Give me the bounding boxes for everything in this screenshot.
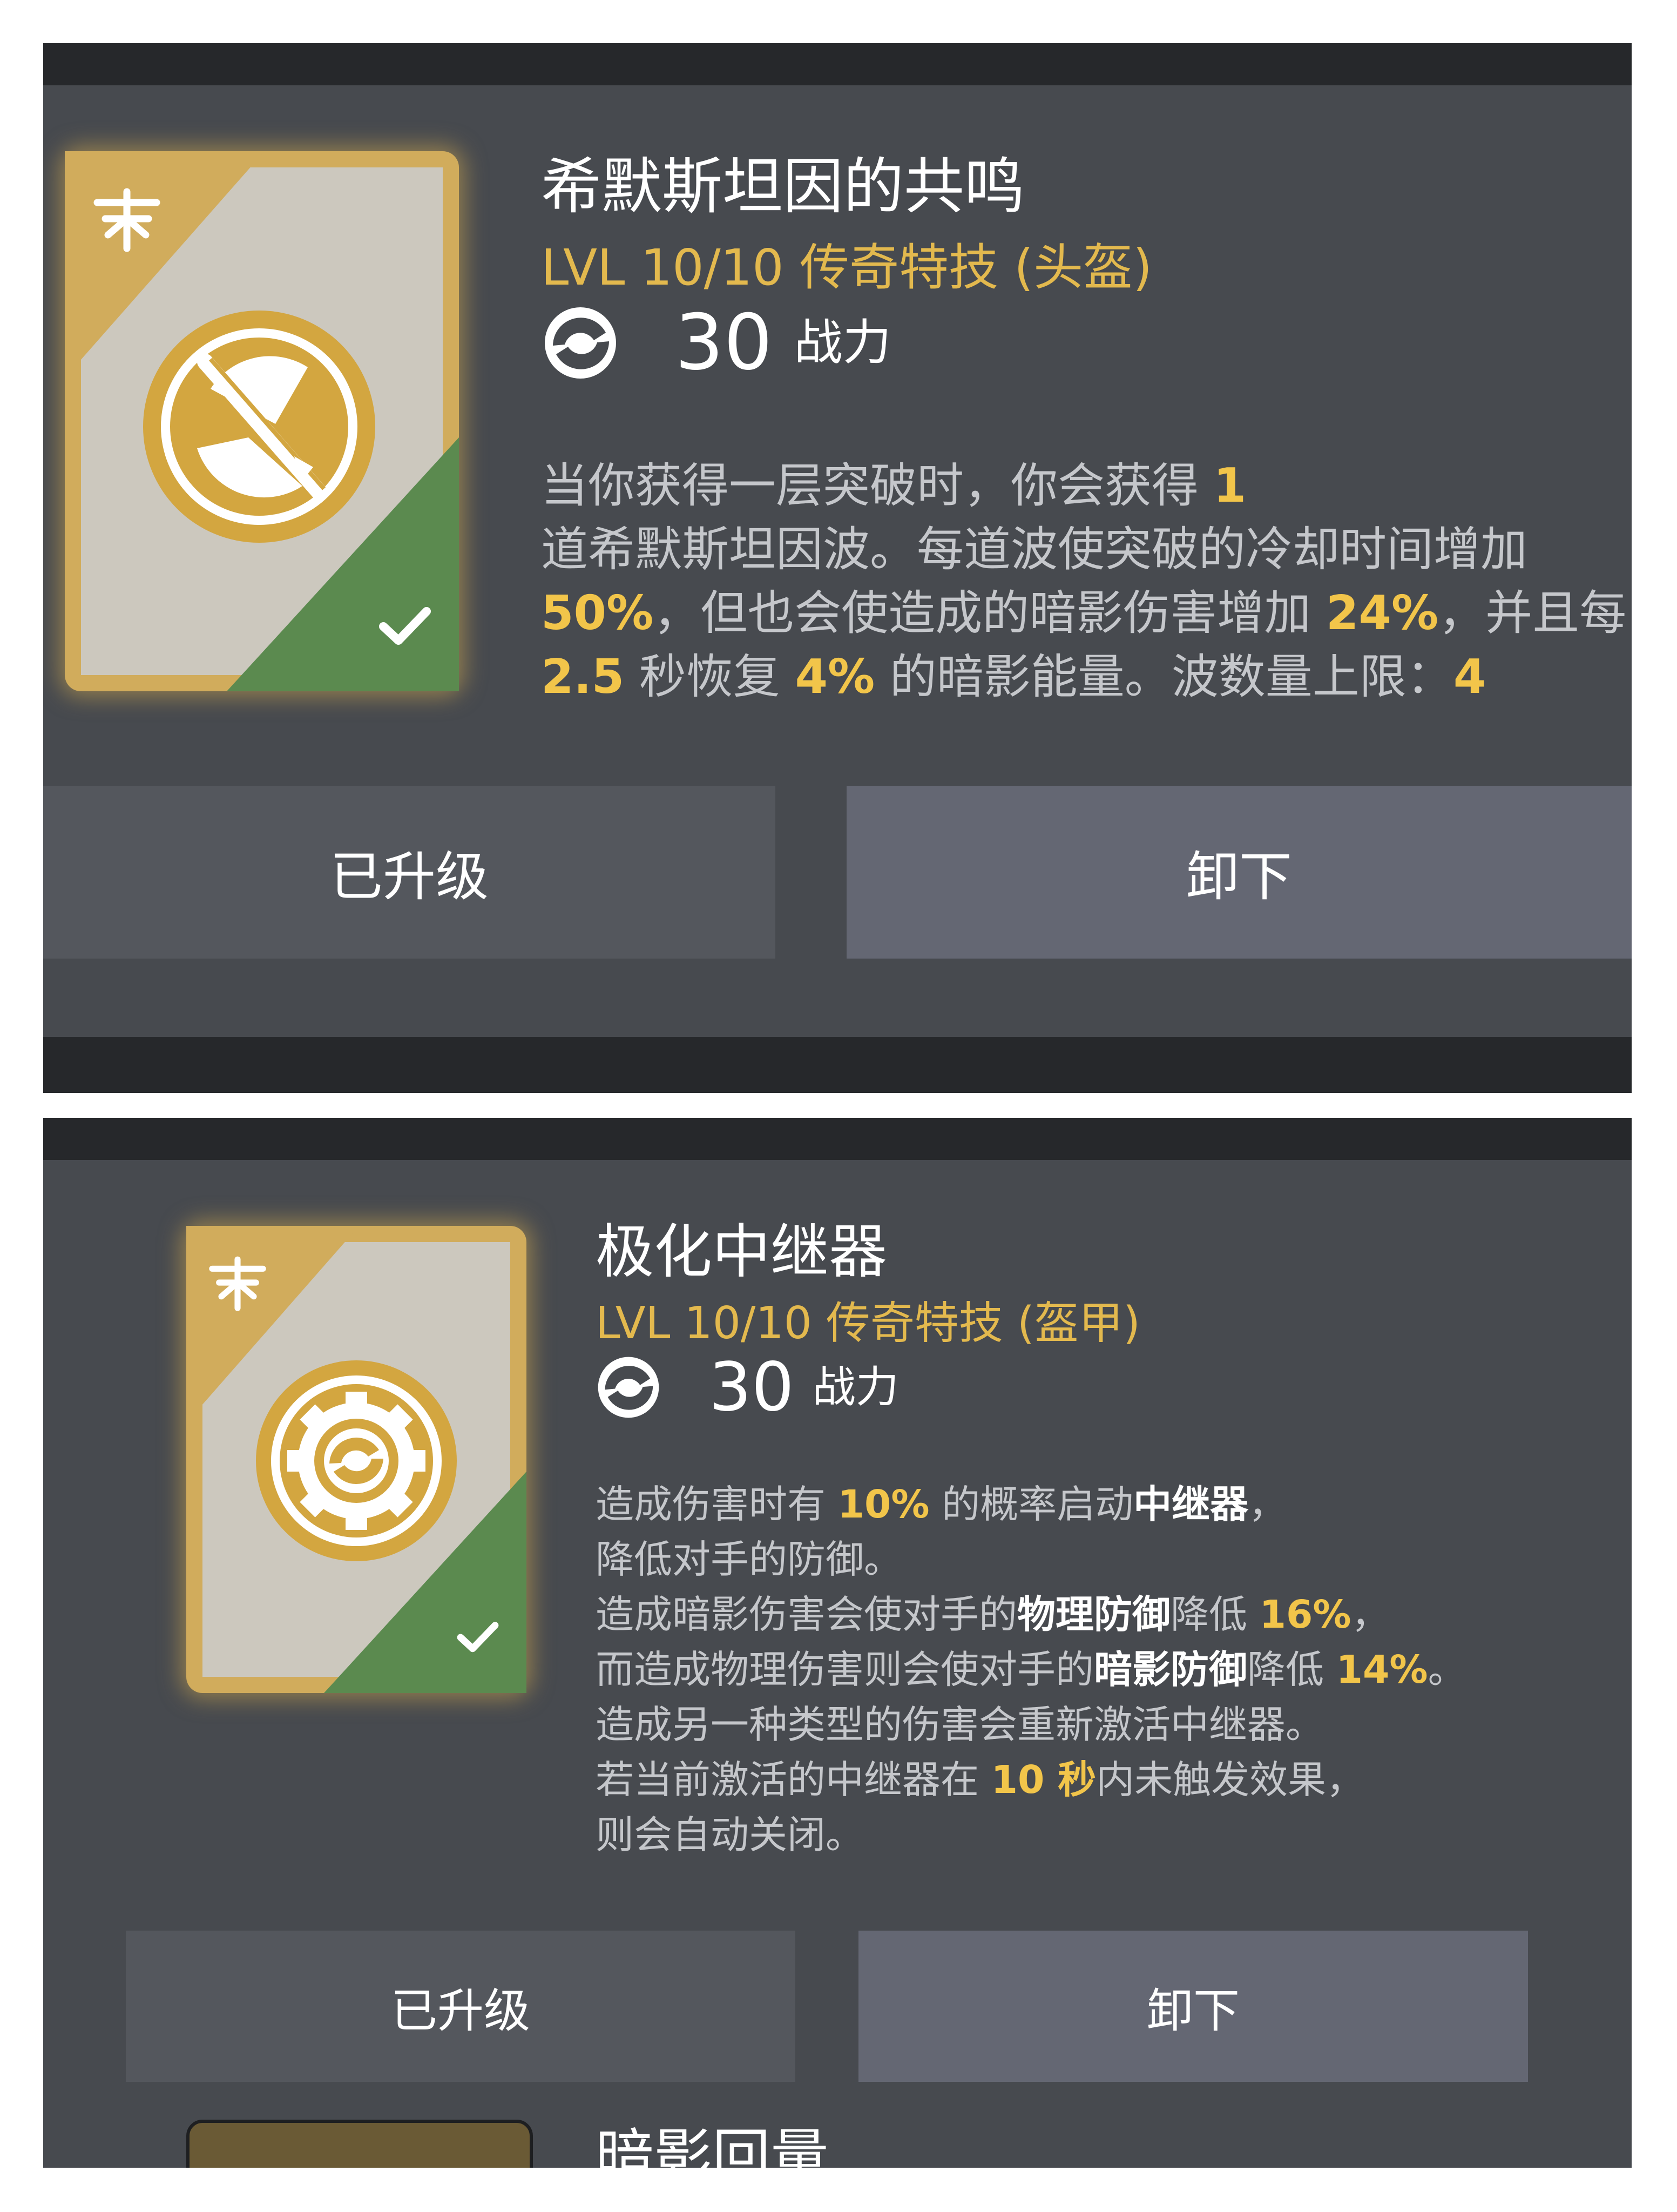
description-line: 而造成物理伤害则会使对手的暗影防御降低 14%。: [596, 1642, 1466, 1697]
description-line: 50%，但也会使造成的暗影伤害增加 24%，并且每: [541, 581, 1626, 645]
highlight-value: 2.5: [541, 649, 625, 704]
description-text: 造成伤害时有: [596, 1482, 838, 1527]
description-line: 2.5 秒恢复 4% 的暗影能量。波数量上限：4: [541, 645, 1626, 709]
description-line: 降低对手的防御。: [596, 1532, 1466, 1587]
description-line: 造成暗影伤害会使对手的物理防御降低 16%，: [596, 1587, 1466, 1642]
description-text: 造成暗影伤害会使对手的: [596, 1592, 1018, 1637]
perk-panel-2: 极化中继器 LVL 10/10 传奇特技 (盔甲) 30 战力 造成伤害时有 1…: [43, 1118, 1632, 2168]
perk-description: 造成伤害时有 10% 的概率启动中继器， 降低对手的防御。 造成暗影伤害会使对手的物…: [596, 1477, 1466, 1863]
keyword-text: 中继器: [1133, 1482, 1249, 1527]
panel-top-bar: [43, 43, 1632, 85]
description-text: 则会自动关闭。: [596, 1812, 864, 1857]
description-text: 道希默斯坦因波。每道波使突破的冷却时间增加: [541, 522, 1527, 577]
highlight-value: 14%: [1336, 1647, 1428, 1692]
description-line: 造成另一种类型的伤害会重新激活中继器。: [596, 1697, 1466, 1752]
perk-title: 希默斯坦因的共鸣: [541, 152, 1025, 222]
highlight-value: 50%: [541, 585, 654, 640]
highlight-value: 10 秒: [991, 1757, 1097, 1802]
description-text: 。: [1428, 1647, 1466, 1692]
highlight-value: 10%: [837, 1482, 930, 1527]
perk-title: 极化中继器: [596, 1218, 888, 1286]
description-text: 降低对手的防御。: [596, 1537, 903, 1582]
checkmark-icon: [379, 607, 431, 645]
highlight-value: 4: [1453, 649, 1486, 704]
description-text: ，但也会使造成的暗影伤害增加: [653, 585, 1326, 640]
highlight-value: 24%: [1326, 585, 1439, 640]
perk-level: LVL 10/10 传奇特技 (头盔): [541, 239, 1152, 296]
power-value: 30: [709, 1348, 794, 1426]
crossed-weapons-emblem-icon: [143, 311, 375, 543]
perk-card[interactable]: [186, 1226, 526, 1693]
power-rating: 30 战力: [594, 1353, 899, 1422]
description-text: ，并且每: [1438, 585, 1627, 640]
power-label: 战力: [812, 1362, 899, 1412]
description-text: 的概率启动: [929, 1482, 1134, 1527]
upgraded-button[interactable]: 已升级: [43, 786, 775, 959]
upgraded-button[interactable]: 已升级: [126, 1931, 795, 2082]
highlight-value: 4%: [795, 649, 875, 704]
description-text: 的暗影能量。波数量上限：: [875, 649, 1453, 704]
description-text: 当你获得一层突破时，你会获得: [541, 458, 1214, 513]
unequip-button[interactable]: 卸下: [858, 1931, 1528, 2082]
description-text: 而造成物理伤害则会使对手的: [596, 1647, 1094, 1692]
description-text: 秒恢复: [624, 649, 795, 704]
power-swirl-icon: [545, 307, 616, 379]
unequip-label: 卸下: [1147, 1984, 1240, 2038]
unequip-label: 卸下: [1186, 846, 1292, 908]
description-text: 若当前激活的中继器在: [596, 1757, 991, 1802]
power-rating: 30 战力: [540, 302, 891, 383]
perk-panel-1: 希默斯坦因的共鸣 LVL 10/10 传奇特技 (头盔) 30 战力 当你获得一…: [43, 43, 1632, 1093]
panel-bottom-bar: [43, 1037, 1632, 1093]
keyword-text: 物理防御: [1017, 1592, 1171, 1637]
faction-emblem-icon: [209, 1256, 266, 1311]
panel-top-bar: [43, 1118, 1632, 1160]
description-line: 则会自动关闭。: [596, 1808, 1466, 1863]
description-text: ，: [1248, 1482, 1287, 1527]
description-text: 降低: [1247, 1647, 1336, 1692]
description-line: 当你获得一层突破时，你会获得 1: [541, 454, 1626, 517]
description-text: 降低: [1171, 1592, 1260, 1637]
checkmark-icon: [457, 1622, 499, 1653]
description-line: 道希默斯坦因波。每道波使突破的冷却时间增加: [541, 517, 1626, 581]
next-perk-title: 暗影回量: [596, 2123, 829, 2168]
description-line: 造成伤害时有 10% 的概率启动中继器，: [596, 1477, 1466, 1532]
unequip-button[interactable]: 卸下: [847, 786, 1632, 959]
keyword-text: 暗影防御: [1094, 1647, 1248, 1692]
highlight-value: 1: [1213, 458, 1247, 513]
perk-description: 当你获得一层突破时，你会获得 1 道希默斯坦因波。每道波使突破的冷却时间增加 50%…: [541, 454, 1626, 709]
description-text: 内未触发效果，: [1096, 1757, 1365, 1802]
power-swirl-icon: [598, 1357, 659, 1418]
highlight-value: 16%: [1259, 1592, 1351, 1637]
faction-emblem-icon: [93, 188, 160, 252]
power-label: 战力: [794, 314, 891, 371]
power-value: 30: [675, 298, 773, 387]
upgraded-label: 已升级: [391, 1984, 530, 2038]
perk-card[interactable]: [65, 151, 459, 691]
next-perk-card[interactable]: [186, 2120, 533, 2168]
description-text: ，: [1351, 1592, 1390, 1637]
gear-emblem-icon: [256, 1360, 457, 1561]
perk-level: LVL 10/10 传奇特技 (盔甲): [596, 1298, 1140, 1349]
upgraded-label: 已升级: [329, 846, 489, 908]
description-line: 若当前激活的中继器在 10 秒内未触发效果，: [596, 1752, 1466, 1808]
description-text: 造成另一种类型的伤害会重新激活中继器。: [596, 1702, 1324, 1747]
